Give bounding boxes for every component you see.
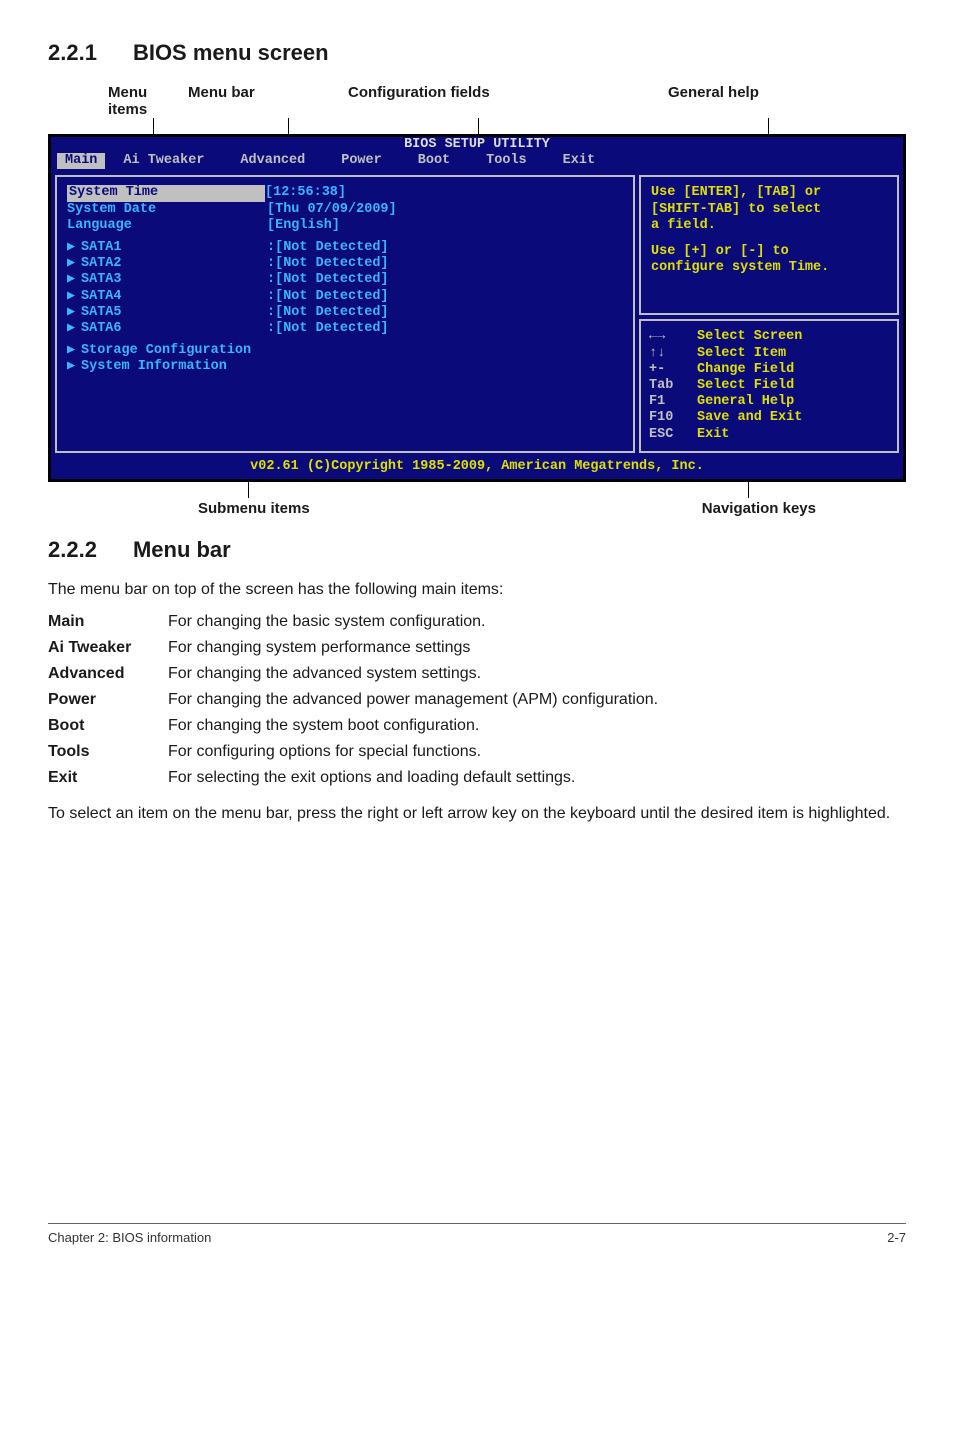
label-submenu-items: Submenu items bbox=[48, 500, 310, 517]
bios-copyright: v02.61 (C)Copyright 1985-2009, American … bbox=[51, 457, 903, 479]
bios-tab-aitweaker: Ai Tweaker bbox=[105, 153, 222, 169]
triangle-icon: ▶ bbox=[67, 240, 81, 256]
def-term: Main bbox=[48, 609, 168, 635]
section-heading-2: 2.2.2 Menu bar bbox=[48, 537, 906, 563]
nav-key-f10: F10 bbox=[649, 410, 697, 426]
bios-menu-bar: Main Ai Tweaker Advanced Power Boot Tool… bbox=[51, 153, 903, 171]
def-term: Power bbox=[48, 687, 168, 713]
paragraph: The menu bar on top of the screen has th… bbox=[48, 581, 906, 599]
def-desc: For configuring options for special func… bbox=[168, 739, 670, 765]
bios-tab-exit: Exit bbox=[545, 153, 613, 169]
nav-action: Save and Exit bbox=[697, 410, 802, 426]
help-text: configure system Time. bbox=[651, 260, 887, 276]
nav-action: Change Field bbox=[697, 362, 794, 378]
def-term: Exit bbox=[48, 765, 168, 791]
def-desc: For changing the advanced power manageme… bbox=[168, 687, 670, 713]
def-term: Tools bbox=[48, 739, 168, 765]
section-title: Menu bar bbox=[133, 537, 231, 563]
bios-nav-panel: ←→Select Screen ↑↓Select Item +-Change F… bbox=[639, 319, 899, 452]
triangle-icon: ▶ bbox=[67, 289, 81, 305]
callout-ticks-top bbox=[48, 118, 906, 134]
section-number: 2.2.1 bbox=[48, 40, 97, 66]
paragraph: To select an item on the menu bar, press… bbox=[48, 805, 906, 823]
label-menu-bar: Menu bar bbox=[188, 84, 348, 118]
help-text: a field. bbox=[651, 218, 887, 234]
nav-key-esc: ESC bbox=[649, 427, 697, 443]
field-sata-label: SATA3 bbox=[81, 272, 267, 288]
field-sata-value: :[Not Detected] bbox=[267, 272, 389, 288]
bios-tab-main: Main bbox=[57, 153, 105, 169]
label-config-fields: Configuration fields bbox=[348, 84, 578, 118]
nav-key-plusminus: +- bbox=[649, 362, 697, 378]
help-text: Use [+] or [-] to bbox=[651, 244, 887, 260]
triangle-icon: ▶ bbox=[67, 343, 81, 359]
callout-labels-bottom: Submenu items Navigation keys bbox=[48, 500, 906, 517]
field-language-value: [English] bbox=[267, 218, 340, 234]
field-system-time-value: [12:56:38] bbox=[265, 185, 346, 201]
bios-help-panel: Use [ENTER], [TAB] or [SHIFT-TAB] to sel… bbox=[639, 175, 899, 315]
field-sata-label: SATA5 bbox=[81, 305, 267, 321]
field-system-date-value: [Thu 07/09/2009] bbox=[267, 202, 397, 218]
definitions-table: MainFor changing the basic system config… bbox=[48, 609, 670, 791]
bios-tab-power: Power bbox=[323, 153, 400, 169]
field-sata-label: SATA2 bbox=[81, 256, 267, 272]
field-sata-value: :[Not Detected] bbox=[267, 321, 389, 337]
field-system-time-label: System Time bbox=[67, 185, 265, 201]
help-text: Use [ENTER], [TAB] or bbox=[651, 185, 887, 201]
triangle-icon: ▶ bbox=[67, 256, 81, 272]
footer-left: Chapter 2: BIOS information bbox=[48, 1230, 211, 1245]
field-sata-value: :[Not Detected] bbox=[267, 256, 389, 272]
field-language-label: Language bbox=[67, 218, 267, 234]
field-sata-label: SATA4 bbox=[81, 289, 267, 305]
help-text: [SHIFT-TAB] to select bbox=[651, 202, 887, 218]
def-term: Advanced bbox=[48, 661, 168, 687]
field-system-info: System Information bbox=[81, 359, 281, 375]
nav-key-arrows-lr: ←→ bbox=[649, 329, 697, 345]
field-sata-value: :[Not Detected] bbox=[267, 305, 389, 321]
label-menu-items: Menu items bbox=[48, 84, 188, 118]
triangle-icon: ▶ bbox=[67, 272, 81, 288]
section-number: 2.2.2 bbox=[48, 537, 97, 563]
nav-key-tab: Tab bbox=[649, 378, 697, 394]
triangle-icon: ▶ bbox=[67, 359, 81, 375]
field-sata-label: SATA6 bbox=[81, 321, 267, 337]
def-desc: For changing the system boot configurati… bbox=[168, 713, 670, 739]
nav-action: Select Field bbox=[697, 378, 794, 394]
section-heading-1: 2.2.1 BIOS menu screen bbox=[48, 40, 906, 66]
label-general-help: General help bbox=[578, 84, 906, 118]
nav-action: Select Item bbox=[697, 346, 786, 362]
def-desc: For changing the advanced system setting… bbox=[168, 661, 670, 687]
nav-action: Exit bbox=[697, 427, 729, 443]
bios-left-panel: System Time [12:56:38] System Date [Thu … bbox=[55, 175, 635, 452]
nav-key-f1: F1 bbox=[649, 394, 697, 410]
field-sata-value: :[Not Detected] bbox=[267, 289, 389, 305]
def-desc: For changing the basic system configurat… bbox=[168, 609, 670, 635]
nav-key-arrows-ud: ↑↓ bbox=[649, 346, 697, 362]
def-desc: For selecting the exit options and loadi… bbox=[168, 765, 670, 791]
nav-action: Select Screen bbox=[697, 329, 802, 345]
page-footer: Chapter 2: BIOS information 2-7 bbox=[48, 1223, 906, 1245]
bios-tab-advanced: Advanced bbox=[222, 153, 323, 169]
callout-labels-top: Menu items Menu bar Configuration fields… bbox=[48, 84, 906, 118]
label-navigation-keys: Navigation keys bbox=[702, 500, 906, 517]
field-system-date-label: System Date bbox=[67, 202, 267, 218]
bios-screenshot: BIOS SETUP UTILITY Main Ai Tweaker Advan… bbox=[48, 134, 906, 482]
def-term: Boot bbox=[48, 713, 168, 739]
bios-tab-tools: Tools bbox=[468, 153, 545, 169]
def-term: Ai Tweaker bbox=[48, 635, 168, 661]
callout-ticks-bottom bbox=[48, 482, 906, 498]
footer-right: 2-7 bbox=[887, 1230, 906, 1245]
bios-title: BIOS SETUP UTILITY bbox=[51, 137, 903, 153]
bios-tab-boot: Boot bbox=[400, 153, 468, 169]
field-storage-config: Storage Configuration bbox=[81, 343, 281, 359]
def-desc: For changing system performance settings bbox=[168, 635, 670, 661]
triangle-icon: ▶ bbox=[67, 305, 81, 321]
section-title: BIOS menu screen bbox=[133, 40, 329, 66]
nav-action: General Help bbox=[697, 394, 794, 410]
triangle-icon: ▶ bbox=[67, 321, 81, 337]
field-sata-label: SATA1 bbox=[81, 240, 267, 256]
field-sata-value: :[Not Detected] bbox=[267, 240, 389, 256]
